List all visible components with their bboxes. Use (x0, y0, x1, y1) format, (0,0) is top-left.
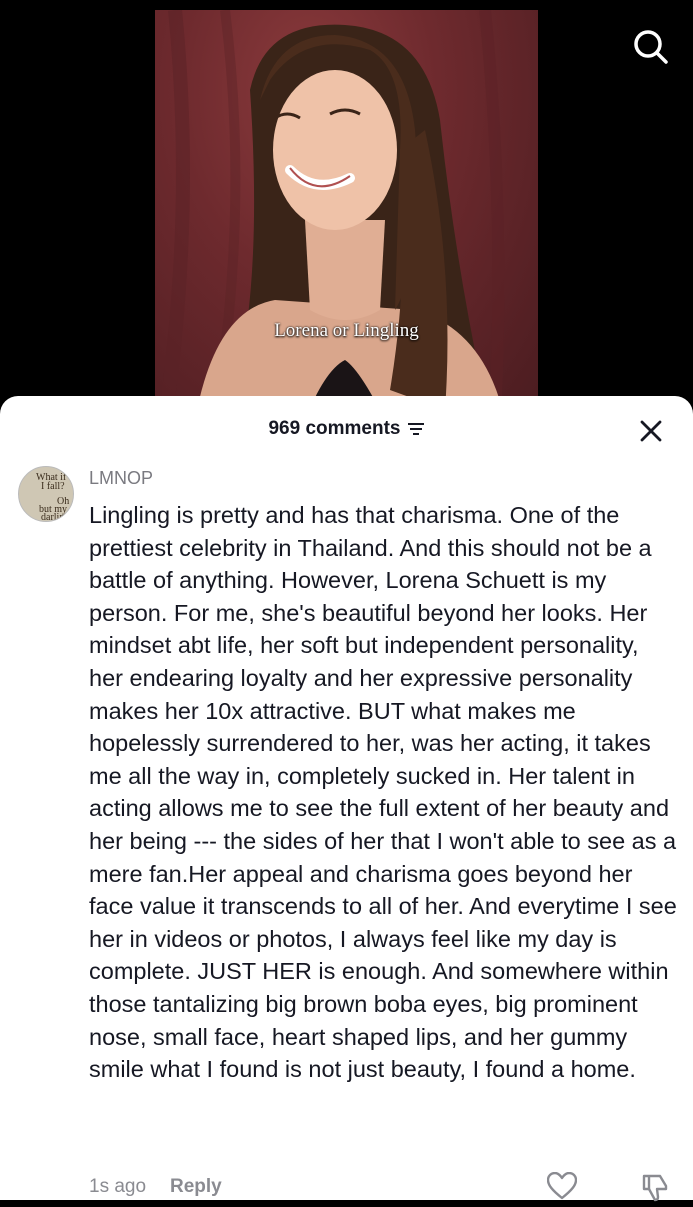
video-player[interactable]: Lorena or Lingling (0, 0, 693, 420)
comment-count-text: 969 comments (268, 418, 401, 439)
reply-button[interactable]: Reply (170, 1176, 222, 1198)
heart-icon[interactable] (546, 1171, 578, 1200)
video-thumbnail-image (158, 10, 505, 420)
close-icon[interactable] (636, 416, 666, 446)
video-caption: Lorena or Lingling (274, 320, 419, 341)
thumbs-down-icon[interactable] (640, 1172, 670, 1202)
comments-sheet: 969 comments What if I fall? Oh but my d… (0, 396, 693, 1202)
video-frame[interactable]: Lorena or Lingling (155, 10, 538, 420)
comment-text: Lingling is pretty and has that charisma… (89, 502, 677, 1083)
comment-timestamp: 1s ago (89, 1176, 147, 1197)
avatar-text-line: I fall? (41, 481, 65, 492)
comment-username[interactable]: LMNOP (89, 468, 153, 489)
sort-comments-button[interactable]: 969 comments (268, 418, 424, 440)
avatar[interactable]: What if I fall? Oh but my darling (18, 466, 74, 522)
comment-count-label: 969 comments (0, 418, 693, 440)
avatar-text-line: darling (41, 512, 70, 522)
comments-header: 969 comments (0, 414, 693, 444)
sort-icon (407, 423, 424, 435)
search-icon[interactable] (630, 26, 670, 66)
